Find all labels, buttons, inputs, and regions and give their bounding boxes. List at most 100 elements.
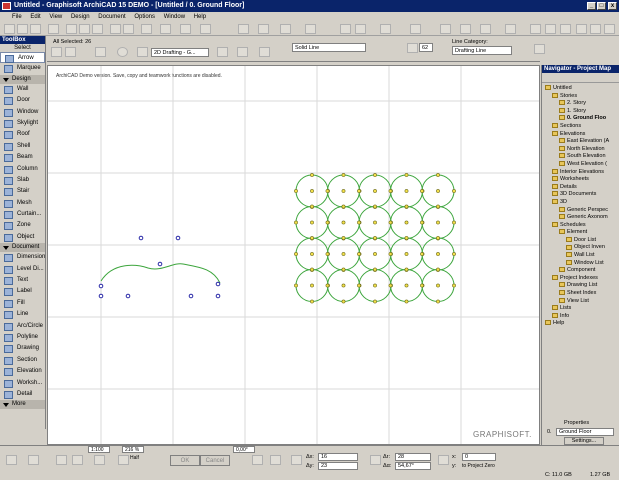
- circle-node[interactable]: [436, 173, 440, 177]
- spline-handle[interactable]: [125, 293, 131, 299]
- line-option-icon[interactable]: [534, 44, 545, 54]
- snap-point-icon[interactable]: [118, 455, 129, 465]
- tree-item[interactable]: Element: [545, 229, 619, 237]
- select-icon[interactable]: [51, 47, 62, 57]
- circle-node[interactable]: [420, 283, 424, 288]
- circle-node[interactable]: [388, 189, 393, 193]
- organizer-icon[interactable]: [545, 24, 556, 34]
- drawing-svg[interactable]: [48, 66, 540, 445]
- tree-item[interactable]: 3D Documents: [545, 191, 619, 199]
- tree-item[interactable]: Drawing List: [545, 282, 619, 290]
- grid-icon[interactable]: [180, 24, 191, 34]
- info-icon[interactable]: [576, 24, 587, 34]
- print-icon[interactable]: [48, 24, 59, 34]
- circle-node[interactable]: [341, 267, 346, 272]
- circle-node[interactable]: [436, 236, 440, 240]
- line-category-select[interactable]: Drafting Line: [452, 46, 512, 55]
- circle-method-icon[interactable]: [117, 47, 128, 57]
- display-icon[interactable]: [440, 24, 451, 34]
- circle-node[interactable]: [404, 173, 409, 177]
- pen-number-field[interactable]: 62: [419, 43, 433, 52]
- circle-node[interactable]: [452, 220, 456, 225]
- layer-icon[interactable]: [200, 24, 211, 34]
- circle-node[interactable]: [436, 220, 440, 225]
- circle-node[interactable]: [436, 204, 440, 209]
- spline-handle[interactable]: [157, 261, 163, 267]
- tool-dimension[interactable]: Dimension: [0, 252, 45, 263]
- tool-shell[interactable]: Shell: [0, 141, 45, 152]
- tree-item[interactable]: Wall List: [545, 252, 619, 260]
- menu-options[interactable]: Options: [134, 14, 155, 20]
- tree-item[interactable]: Object Inven: [545, 244, 619, 252]
- circle-node[interactable]: [357, 189, 361, 193]
- pen-icon[interactable]: [237, 47, 248, 57]
- tree-item[interactable]: Door List: [545, 237, 619, 245]
- arc-geometry-icon[interactable]: [95, 47, 106, 57]
- tree-item[interactable]: Lists: [545, 305, 619, 313]
- tree-item[interactable]: Generic Axonom: [545, 214, 619, 222]
- new-icon[interactable]: [4, 24, 15, 34]
- spline-curve[interactable]: [100, 263, 221, 284]
- circle-node[interactable]: [357, 283, 361, 288]
- line-type-select[interactable]: Solid Line: [292, 43, 366, 52]
- circle-node[interactable]: [404, 220, 409, 225]
- tool-label[interactable]: Label: [0, 286, 45, 297]
- circle-node[interactable]: [341, 236, 346, 240]
- tool-elevation[interactable]: Elevation: [0, 366, 45, 377]
- tool-roof[interactable]: Roof: [0, 129, 45, 140]
- tree-item[interactable]: 2. Story: [545, 100, 619, 108]
- tool-drawing[interactable]: Drawing: [0, 343, 45, 354]
- circle-node[interactable]: [404, 299, 409, 304]
- dy-field[interactable]: 23: [318, 462, 358, 470]
- circle-node[interactable]: [310, 283, 314, 288]
- circle-node[interactable]: [404, 189, 409, 193]
- palette-icon[interactable]: [604, 24, 615, 34]
- pan-icon[interactable]: [72, 455, 83, 465]
- circle-node[interactable]: [373, 252, 377, 256]
- paste-icon[interactable]: [92, 24, 103, 34]
- circle-node[interactable]: [310, 267, 314, 272]
- tracker-icon[interactable]: [291, 455, 302, 465]
- cut-icon[interactable]: [66, 24, 77, 34]
- circle-node[interactable]: [325, 220, 330, 225]
- circle-node[interactable]: [325, 189, 330, 193]
- tool-curtain-wall[interactable]: Curtain...: [0, 209, 45, 220]
- tool-line[interactable]: Line: [0, 309, 45, 320]
- tree-item[interactable]: Interior Elevations: [545, 169, 619, 177]
- guide-icon[interactable]: [160, 24, 171, 34]
- circle-node[interactable]: [341, 189, 346, 193]
- circle-node[interactable]: [325, 252, 330, 256]
- circle-node[interactable]: [404, 236, 409, 240]
- maximize-button[interactable]: □: [597, 2, 606, 10]
- circle-grid[interactable]: [294, 173, 456, 304]
- circle-node[interactable]: [388, 252, 393, 256]
- circle-node[interactable]: [341, 252, 346, 256]
- save-icon[interactable]: [30, 24, 41, 34]
- circle-node[interactable]: [341, 173, 346, 177]
- circle-node[interactable]: [373, 173, 377, 177]
- circle-node[interactable]: [420, 189, 424, 193]
- tool-level-dimension[interactable]: Level Di...: [0, 264, 45, 275]
- copy-icon[interactable]: [79, 24, 90, 34]
- minimize-button[interactable]: _: [587, 2, 596, 10]
- tree-item[interactable]: Generic Perspec: [545, 207, 619, 215]
- tool-arc-circle[interactable]: Arc/Circle: [0, 321, 45, 332]
- zoom-icon[interactable]: [480, 24, 491, 34]
- circle-node[interactable]: [357, 252, 361, 256]
- teamwork-icon[interactable]: [460, 24, 471, 34]
- relative-icon[interactable]: [252, 455, 263, 465]
- trace-icon[interactable]: [238, 24, 249, 34]
- cancel-button[interactable]: Cancel: [200, 455, 230, 466]
- circle-node[interactable]: [373, 267, 377, 272]
- tool-zone[interactable]: Zone: [0, 220, 45, 231]
- tree-item[interactable]: Sheet Index: [545, 290, 619, 298]
- circle-node[interactable]: [341, 204, 346, 209]
- x-field[interactable]: 0: [462, 453, 496, 461]
- tool-fill[interactable]: Fill: [0, 298, 45, 309]
- circle-node[interactable]: [310, 220, 314, 225]
- circle-node[interactable]: [404, 204, 409, 209]
- menu-edit[interactable]: Edit: [30, 14, 40, 20]
- circle-node[interactable]: [436, 252, 440, 256]
- help-icon[interactable]: [590, 24, 601, 34]
- arrow-end-icon[interactable]: [259, 47, 270, 57]
